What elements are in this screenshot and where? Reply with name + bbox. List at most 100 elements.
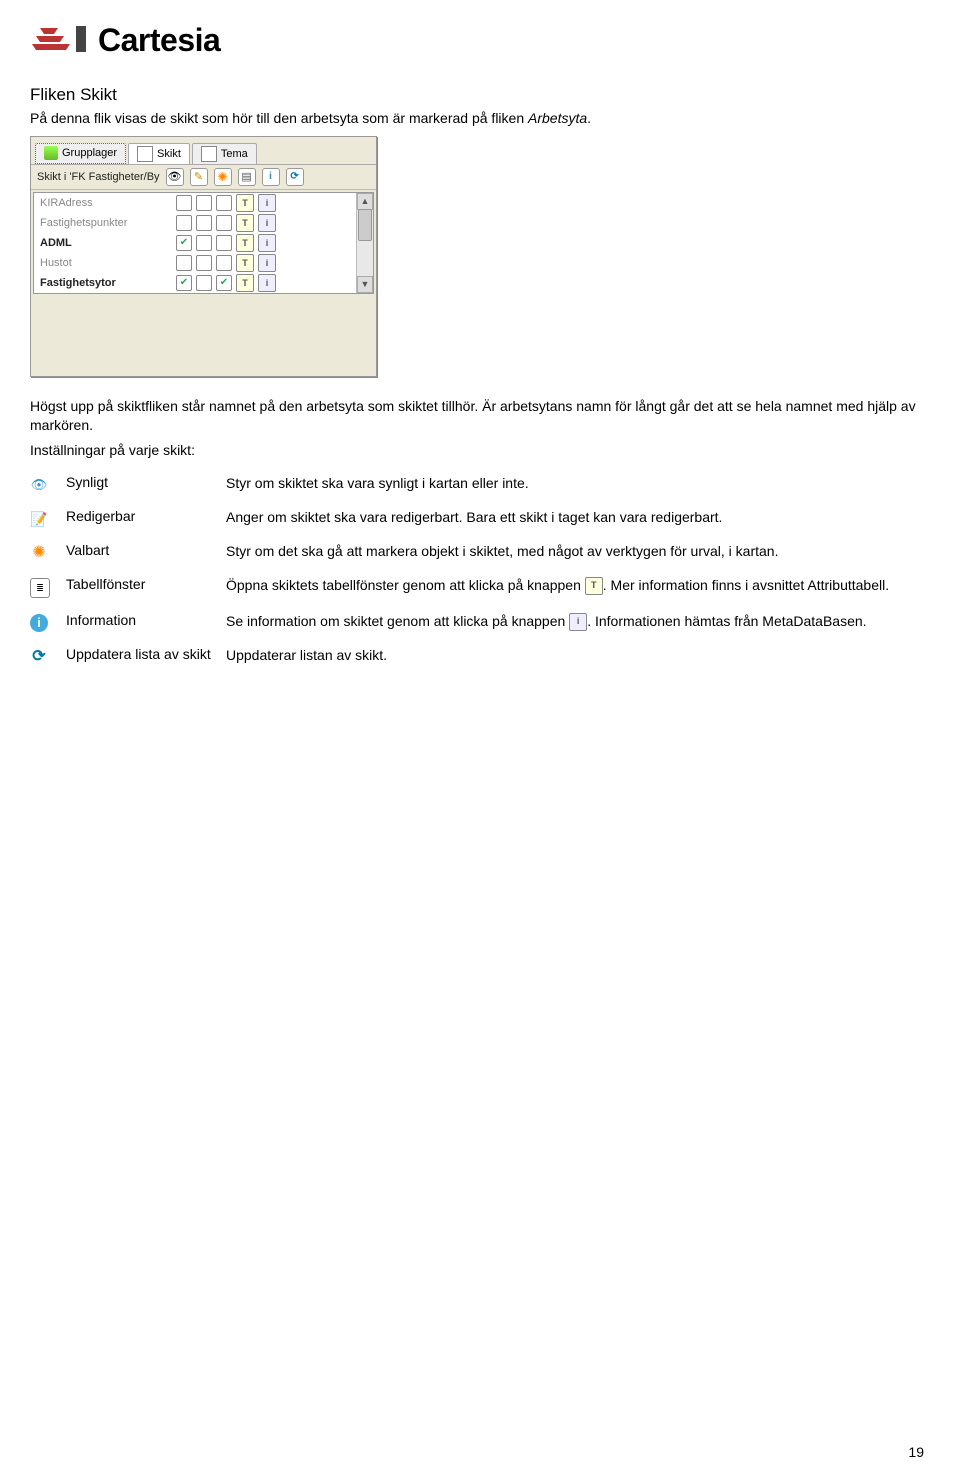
info-icon[interactable] — [258, 274, 276, 292]
setting-desc: Styr om skiktet ska vara synligt i karta… — [226, 474, 930, 493]
panel-toolbar: Skikt i 'FK Fastigheter/By — [31, 165, 376, 190]
layer-name: Hustot — [40, 257, 172, 269]
info-icon[interactable] — [258, 234, 276, 252]
brand-name: Cartesia — [98, 22, 220, 59]
tree-icon — [201, 146, 217, 162]
layer-name: ADML — [40, 237, 172, 249]
checkbox[interactable] — [196, 255, 212, 271]
info-icon[interactable] — [258, 214, 276, 232]
setting-label: Redigerbar — [66, 508, 226, 524]
setting-desc: Anger om skiktet ska vara redigerbart. B… — [226, 508, 930, 527]
table-icon[interactable] — [236, 234, 254, 252]
setting-row: SynligtStyr om skiktet ska vara synligt … — [30, 474, 930, 494]
scroll-down-icon[interactable]: ▼ — [357, 276, 373, 293]
table-icon[interactable] — [236, 274, 254, 292]
checkbox[interactable] — [216, 275, 232, 291]
list-item[interactable]: ADML — [34, 233, 373, 253]
setting-icon-cell — [30, 576, 66, 598]
page-title: Fliken Skikt — [30, 85, 930, 105]
setting-icon-cell — [30, 508, 66, 528]
tab-tema[interactable]: Tema — [192, 143, 257, 164]
layer-name: KIRAdress — [40, 197, 172, 209]
scrollbar[interactable]: ▲ ▼ — [356, 193, 373, 293]
setting-icon-cell — [30, 646, 66, 666]
paragraph: Högst upp på skiktfliken står namnet på … — [30, 397, 930, 435]
checkbox[interactable] — [216, 215, 232, 231]
setting-row: InformationSe information om skiktet gen… — [30, 612, 930, 632]
skikt-panel: Grupplager Skikt Tema Skikt i 'FK Fastig… — [30, 136, 377, 377]
tab-label: Tema — [221, 148, 248, 160]
refresh-icon[interactable] — [286, 168, 304, 186]
checkbox[interactable] — [176, 255, 192, 271]
panel-tabstrip: Grupplager Skikt Tema — [31, 141, 376, 165]
star-icon[interactable] — [214, 168, 232, 186]
info-icon — [569, 613, 587, 631]
list-item[interactable]: Hustot — [34, 253, 373, 273]
checkbox[interactable] — [176, 215, 192, 231]
scroll-up-icon[interactable]: ▲ — [357, 193, 373, 210]
table-icon[interactable] — [236, 214, 254, 232]
intro-period: . — [587, 110, 591, 126]
layer-name: Fastighetsytor — [40, 277, 172, 289]
setting-icon-cell — [30, 542, 66, 562]
list-item[interactable]: Fastighetsytor — [34, 273, 373, 293]
setting-row: ValbartStyr om det ska gå att markera ob… — [30, 542, 930, 562]
tab-label: Skikt — [157, 148, 181, 160]
list-item[interactable]: KIRAdress — [34, 193, 373, 213]
eye-icon[interactable] — [166, 168, 184, 186]
table-icon[interactable] — [236, 254, 254, 272]
tab-grupplager[interactable]: Grupplager — [35, 143, 126, 164]
setting-label: Synligt — [66, 474, 226, 490]
setting-label: Information — [66, 612, 226, 628]
tab-label: Grupplager — [62, 147, 117, 159]
list-item[interactable]: Fastighetspunkter — [34, 213, 373, 233]
info-icon[interactable] — [258, 194, 276, 212]
checkbox[interactable] — [176, 235, 192, 251]
panel-list: KIRAdress Fastighetspunkter ADML Hustot Fast… — [33, 192, 374, 294]
panel-spacer — [31, 296, 376, 376]
setting-label: Valbart — [66, 542, 226, 558]
checkbox[interactable] — [216, 235, 232, 251]
table-icon — [585, 577, 603, 595]
intro-italic: Arbetsyta — [528, 110, 587, 126]
setting-row: TabellfönsterÖppna skiktets tabellfönste… — [30, 576, 930, 598]
checkbox[interactable] — [176, 195, 192, 211]
refresh-icon — [30, 648, 48, 666]
settings-list: SynligtStyr om skiktet ska vara synligt … — [30, 474, 930, 666]
setting-desc: Uppdaterar listan av skikt. — [226, 646, 930, 665]
checkbox[interactable] — [216, 255, 232, 271]
scroll-thumb[interactable] — [358, 209, 372, 241]
layer-name: Fastighetspunkter — [40, 217, 172, 229]
list-icon — [30, 578, 50, 598]
brand-logo: Cartesia — [30, 20, 930, 60]
checkbox[interactable] — [196, 235, 212, 251]
setting-row: RedigerbarAnger om skiktet ska vara redi… — [30, 508, 930, 528]
checkbox[interactable] — [196, 195, 212, 211]
table-icon[interactable] — [238, 168, 256, 186]
setting-desc: Se information om skiktet genom att klic… — [226, 612, 930, 631]
table-icon[interactable] — [236, 194, 254, 212]
setting-icon-cell — [30, 612, 66, 632]
checkbox[interactable] — [176, 275, 192, 291]
checkbox[interactable] — [216, 195, 232, 211]
checkbox[interactable] — [196, 275, 212, 291]
info-icon[interactable] — [262, 168, 280, 186]
intro-text: På denna flik visas de skikt som hör til… — [30, 110, 528, 126]
setting-desc: Styr om det ska gå att markera objekt i … — [226, 542, 930, 561]
group-icon — [44, 146, 58, 160]
paragraph: Inställningar på varje skikt: — [30, 441, 930, 460]
setting-desc: Öppna skiktets tabellfönster genom att k… — [226, 576, 930, 595]
body-text: Högst upp på skiktfliken står namnet på … — [30, 397, 930, 460]
list-icon — [137, 146, 153, 162]
setting-row: Uppdatera lista av skiktUppdaterar lista… — [30, 646, 930, 666]
star-icon — [30, 544, 48, 562]
page-number: 19 — [908, 1444, 924, 1460]
info-icon[interactable] — [258, 254, 276, 272]
pencil-icon[interactable] — [190, 168, 208, 186]
checkbox[interactable] — [196, 215, 212, 231]
setting-label: Uppdatera lista av skikt — [66, 646, 226, 662]
tab-skikt[interactable]: Skikt — [128, 143, 190, 164]
eye-icon — [30, 476, 48, 494]
intro-paragraph: På denna flik visas de skikt som hör til… — [30, 109, 930, 128]
setting-label: Tabellfönster — [66, 576, 226, 592]
